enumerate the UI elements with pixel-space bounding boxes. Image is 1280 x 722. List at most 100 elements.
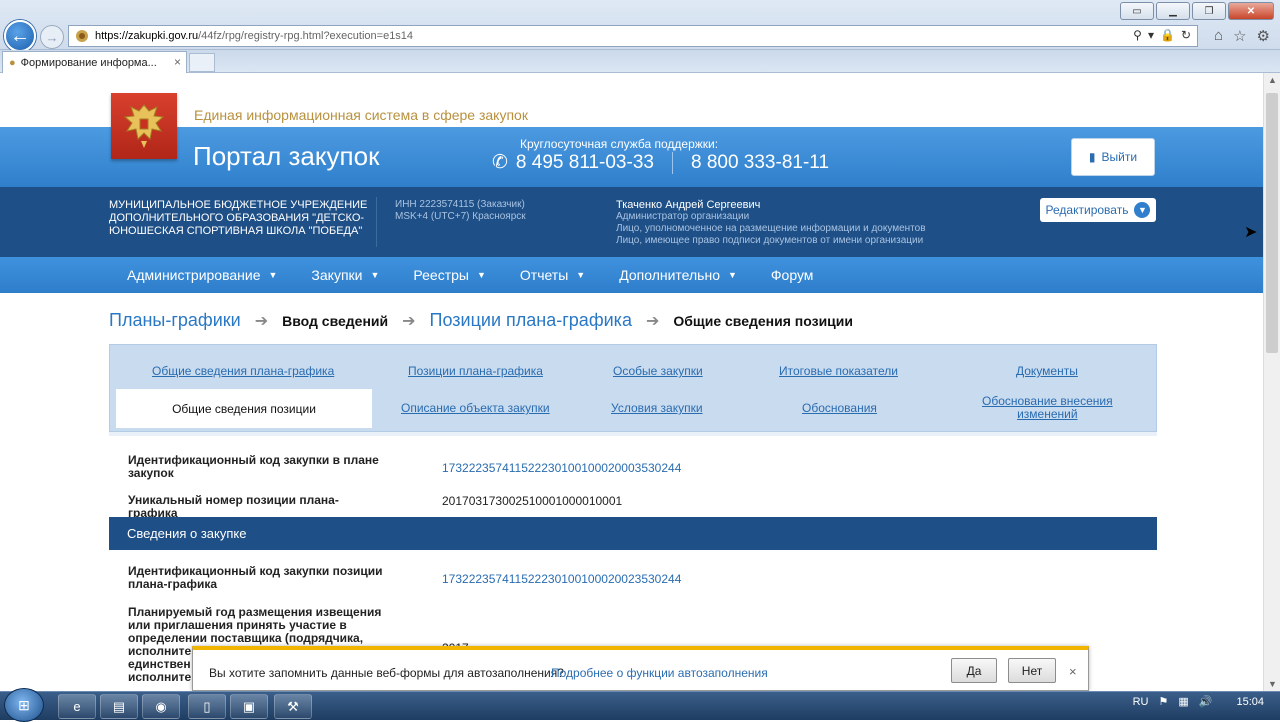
taskbar-app-icon[interactable]: ▣ (230, 694, 268, 719)
tab-purchase-conditions[interactable]: Условия закупки (611, 401, 703, 415)
autofill-notification: Вы хотите запомнить данные веб-формы для… (192, 646, 1089, 691)
autofill-yes-button[interactable]: Да (951, 658, 997, 683)
browser-tab[interactable]: ● Формирование информа... × (2, 51, 187, 73)
address-bar[interactable]: https://zakupki.gov.ru/44fz/rpg/registry… (68, 25, 1198, 47)
nav-reports[interactable]: Отчеты ▼ (520, 267, 585, 283)
tab-strip: ● Формирование информа... × (0, 50, 1280, 73)
breadcrumb: Планы-графики ➔ Ввод сведений ➔ Позиции … (109, 310, 853, 331)
main-nav: Администрирование ▼ Закупки ▼ Реестры ▼ Отч… (0, 257, 1263, 293)
favorites-star-icon[interactable]: ☆ (1233, 27, 1246, 45)
arrow-right-icon: ➔ (645, 312, 660, 330)
tab-position-general[interactable]: Общие сведения позиции (115, 388, 373, 428)
tab-divider (109, 432, 1157, 436)
field-value[interactable]: 173222357411522230100100020023530244 (442, 572, 681, 586)
support-label: Круглосуточная служба поддержки: (520, 137, 719, 151)
forward-button[interactable]: → (40, 25, 64, 49)
support-phones: ✆ 8 495 811-03-33 8 800 333-81-11 (492, 151, 829, 174)
tab-justifications[interactable]: Обоснования (802, 401, 877, 415)
page-scrollbar[interactable]: ▲ ▼ (1263, 73, 1280, 691)
portal-title[interactable]: Портал закупок (193, 141, 379, 172)
dropdown-icon[interactable]: ▾ (1148, 28, 1154, 42)
field-value: 201703173002510001000010001 (442, 494, 623, 508)
user-info: Ткаченко Андрей Сергеевич Администратор … (616, 199, 926, 246)
org-divider (376, 197, 377, 247)
field-label: Идентификационный код закупки позиции пла… (128, 564, 383, 591)
browser-toolbar: ▭ ▁ ❐ ✕ ← → https://zakupki.gov.ru/44fz/… (0, 0, 1280, 52)
autofill-no-button[interactable]: Нет (1008, 658, 1056, 683)
tab-close-icon[interactable]: × (174, 55, 181, 69)
nav-purchases[interactable]: Закупки ▼ (311, 267, 379, 283)
back-button[interactable]: ← (4, 20, 36, 52)
crumb-current: Общие сведения позиции (673, 312, 854, 329)
russian-emblem-logo[interactable] (111, 93, 177, 159)
phone-divider (671, 151, 673, 174)
arrow-right-icon: ➔ (254, 312, 269, 330)
edit-label: Редактировать (1045, 203, 1129, 217)
language-indicator[interactable]: RU (1133, 696, 1149, 708)
taskbar-folder-icon[interactable]: ▤ (100, 694, 138, 719)
new-tab-button[interactable] (189, 53, 215, 72)
tab-object-description[interactable]: Описание объекта закупки (401, 401, 550, 415)
door-icon: ▮ (1088, 150, 1096, 164)
tab-change-justification[interactable]: Обоснование внесения изменений (982, 395, 1113, 421)
crumb-plans[interactable]: Планы-графики (109, 310, 241, 331)
taskbar-ie-icon[interactable]: e (58, 694, 96, 719)
network-icon[interactable]: ▦ (1178, 695, 1188, 708)
gear-icon[interactable]: ⚙ (1257, 27, 1270, 45)
scroll-thumb[interactable] (1266, 93, 1278, 353)
nav-administration[interactable]: Администрирование ▼ (127, 267, 277, 283)
lock-icon[interactable]: 🔒 (1160, 28, 1175, 42)
caret-down-icon: ▼ (476, 270, 486, 280)
clock[interactable]: 15:04 (1236, 696, 1264, 708)
maximize-button[interactable]: ❐ (1192, 2, 1226, 20)
flag-icon[interactable]: ⚑ (1158, 695, 1168, 708)
tab-totals[interactable]: Итоговые показатели (779, 364, 898, 378)
close-window-button[interactable]: ✕ (1228, 2, 1274, 20)
scroll-up-icon[interactable]: ▲ (1268, 75, 1277, 85)
window-extra-button[interactable]: ▭ (1120, 2, 1154, 20)
tab-plan-positions[interactable]: Позиции плана-графика (408, 364, 543, 378)
nav-forum[interactable]: Форум (771, 267, 814, 283)
home-icon[interactable]: ⌂ (1214, 27, 1223, 45)
refresh-icon[interactable]: ↻ (1181, 28, 1191, 42)
taskbar-firefox-icon[interactable]: ◉ (142, 694, 180, 719)
organization-bar: МУНИЦИПАЛЬНОЕ БЮДЖЕТНОЕ УЧРЕЖДЕНИЕ ДОПОЛ… (0, 187, 1263, 257)
start-button[interactable]: ⊞ (4, 688, 44, 722)
tab-title: Формирование информа... (20, 56, 157, 69)
user-name: Ткаченко Андрей Сергеевич (616, 199, 761, 211)
nav-registries[interactable]: Реестры ▼ (413, 267, 485, 283)
logout-label: Выйти (1101, 150, 1138, 164)
caret-down-icon: ▼ (576, 270, 586, 280)
autofill-more-link[interactable]: Подробнее о функции автозаполнения (551, 666, 768, 680)
field-value[interactable]: 173222357411522230100100020003530244 (442, 461, 681, 475)
autofill-question: Вы хотите запомнить данные веб-формы для… (209, 666, 564, 680)
chevron-down-icon: ▼ (1134, 202, 1151, 218)
caret-down-icon: ▼ (370, 270, 380, 280)
phone-icon: ✆ (492, 152, 508, 173)
tab-special-purchases[interactable]: Особые закупки (613, 364, 703, 378)
crumb-positions[interactable]: Позиции плана-графика (430, 310, 632, 331)
edit-button[interactable]: Редактировать ▼ (1040, 198, 1156, 222)
browser-window: ▭ ▁ ❐ ✕ ← → https://zakupki.gov.ru/44fz/… (0, 0, 1280, 722)
windows-logo-icon: ⊞ (18, 696, 30, 713)
eis-title: Единая информационная система в сфере за… (194, 107, 528, 123)
caret-down-icon: ▼ (268, 270, 278, 280)
close-icon[interactable]: × (1069, 664, 1077, 679)
section-tabs: Общие сведения плана-графика Позиции пла… (109, 344, 1157, 432)
logout-button[interactable]: ▮ Выйти (1071, 138, 1155, 176)
volume-icon[interactable]: 🔊 (1199, 695, 1213, 708)
nav-additional[interactable]: Дополнительно ▼ (619, 267, 737, 283)
taskbar-document-icon[interactable]: ▯ (188, 694, 226, 719)
site-favicon-icon (73, 28, 91, 44)
tab-documents[interactable]: Документы (1016, 364, 1078, 378)
tab-plan-general[interactable]: Общие сведения плана-графика (152, 364, 334, 378)
url-text[interactable]: https://zakupki.gov.ru/44fz/rpg/registry… (95, 30, 413, 42)
portal-header: Портал закупок Круглосуточная служба под… (0, 127, 1263, 187)
forward-arrow-icon: → (45, 29, 59, 45)
search-icon[interactable]: ⚲ (1133, 28, 1142, 42)
organization-name: МУНИЦИПАЛЬНОЕ БЮДЖЕТНОЕ УЧРЕЖДЕНИЕ ДОПОЛ… (109, 199, 368, 237)
taskbar-tool-icon[interactable]: ⚒ (274, 694, 312, 719)
minimize-button[interactable]: ▁ (1156, 2, 1190, 20)
scroll-down-icon[interactable]: ▼ (1268, 679, 1277, 689)
browser-icons: ⌂ ☆ ⚙ (1214, 27, 1270, 45)
